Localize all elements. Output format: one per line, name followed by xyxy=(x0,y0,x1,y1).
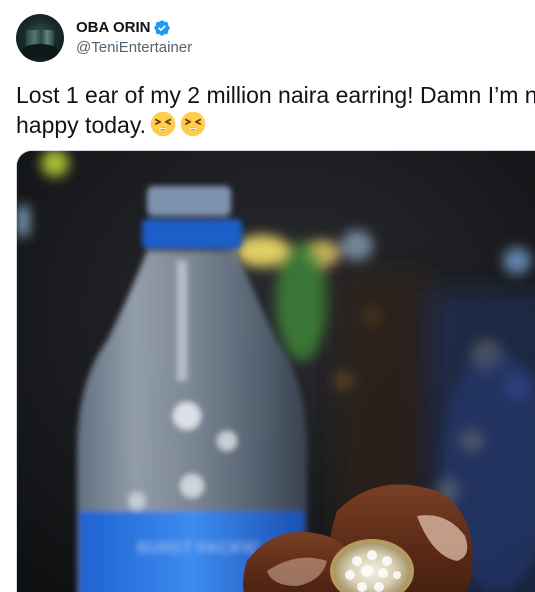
handle[interactable]: @TeniEntertainer xyxy=(76,38,192,58)
tired-face-emoji-icon xyxy=(180,111,206,137)
tweet-text-line-2: happy today. xyxy=(16,110,535,140)
avatar[interactable] xyxy=(16,14,64,62)
tweet-header: OBA ORIN @TeniEntertainer xyxy=(16,14,192,62)
display-name[interactable]: OBA ORIN xyxy=(76,18,150,38)
verified-badge-icon xyxy=(154,20,171,36)
tweet-text-line-1: Lost 1 ear of my 2 million naira earring… xyxy=(16,82,535,108)
bottle-label-text: BURST PACIFIC xyxy=(137,540,260,557)
photo-image: BURST PACIFIC xyxy=(17,151,535,592)
name-row: OBA ORIN xyxy=(76,18,192,38)
tweet-card: OBA ORIN @TeniEntertainer Lost 1 ear of … xyxy=(0,0,535,592)
tweet-text: Lost 1 ear of my 2 million naira earring… xyxy=(16,80,535,140)
tired-face-emoji-icon xyxy=(150,111,176,137)
author-names: OBA ORIN @TeniEntertainer xyxy=(76,18,192,58)
tweet-text-line-2-text: happy today. xyxy=(16,112,147,138)
tweet-photo[interactable]: BURST PACIFIC xyxy=(16,150,535,592)
